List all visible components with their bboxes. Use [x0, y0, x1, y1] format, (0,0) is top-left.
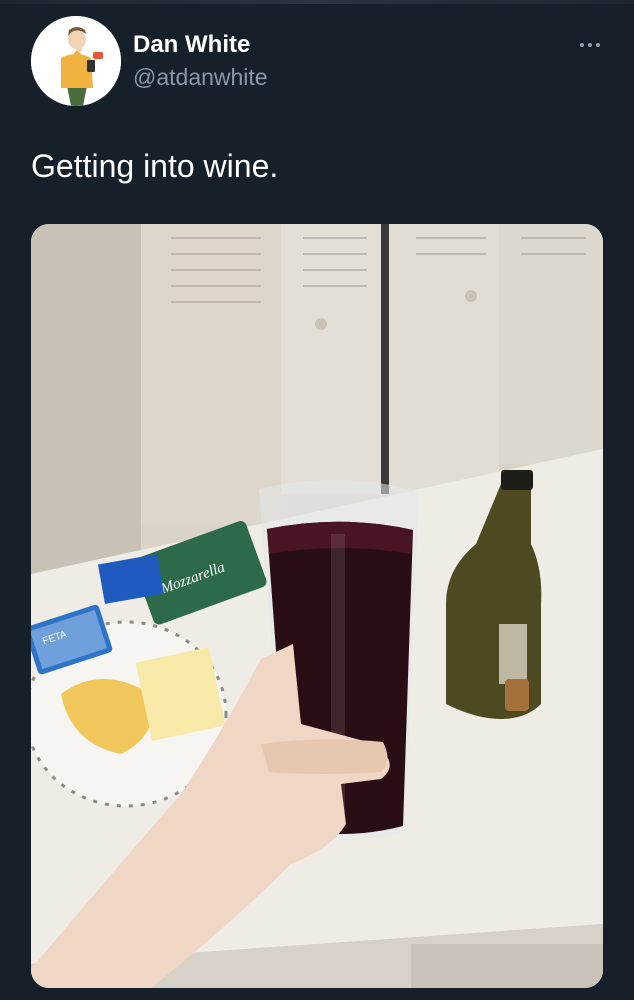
more-options-button[interactable] [572, 30, 608, 60]
author-display-name[interactable]: Dan White [133, 31, 250, 59]
more-options-icon [580, 43, 584, 47]
previous-tweet-edge [0, 0, 634, 4]
avatar[interactable] [31, 16, 121, 106]
cartoon-avatar-icon [31, 16, 121, 106]
wine-photo-image: FETA Mozzarella [31, 224, 603, 988]
tweet-text: Getting into wine. [31, 148, 279, 184]
author-handle[interactable]: @atdanwhite [133, 63, 268, 91]
tweet-photo[interactable]: FETA Mozzarella [31, 224, 603, 988]
